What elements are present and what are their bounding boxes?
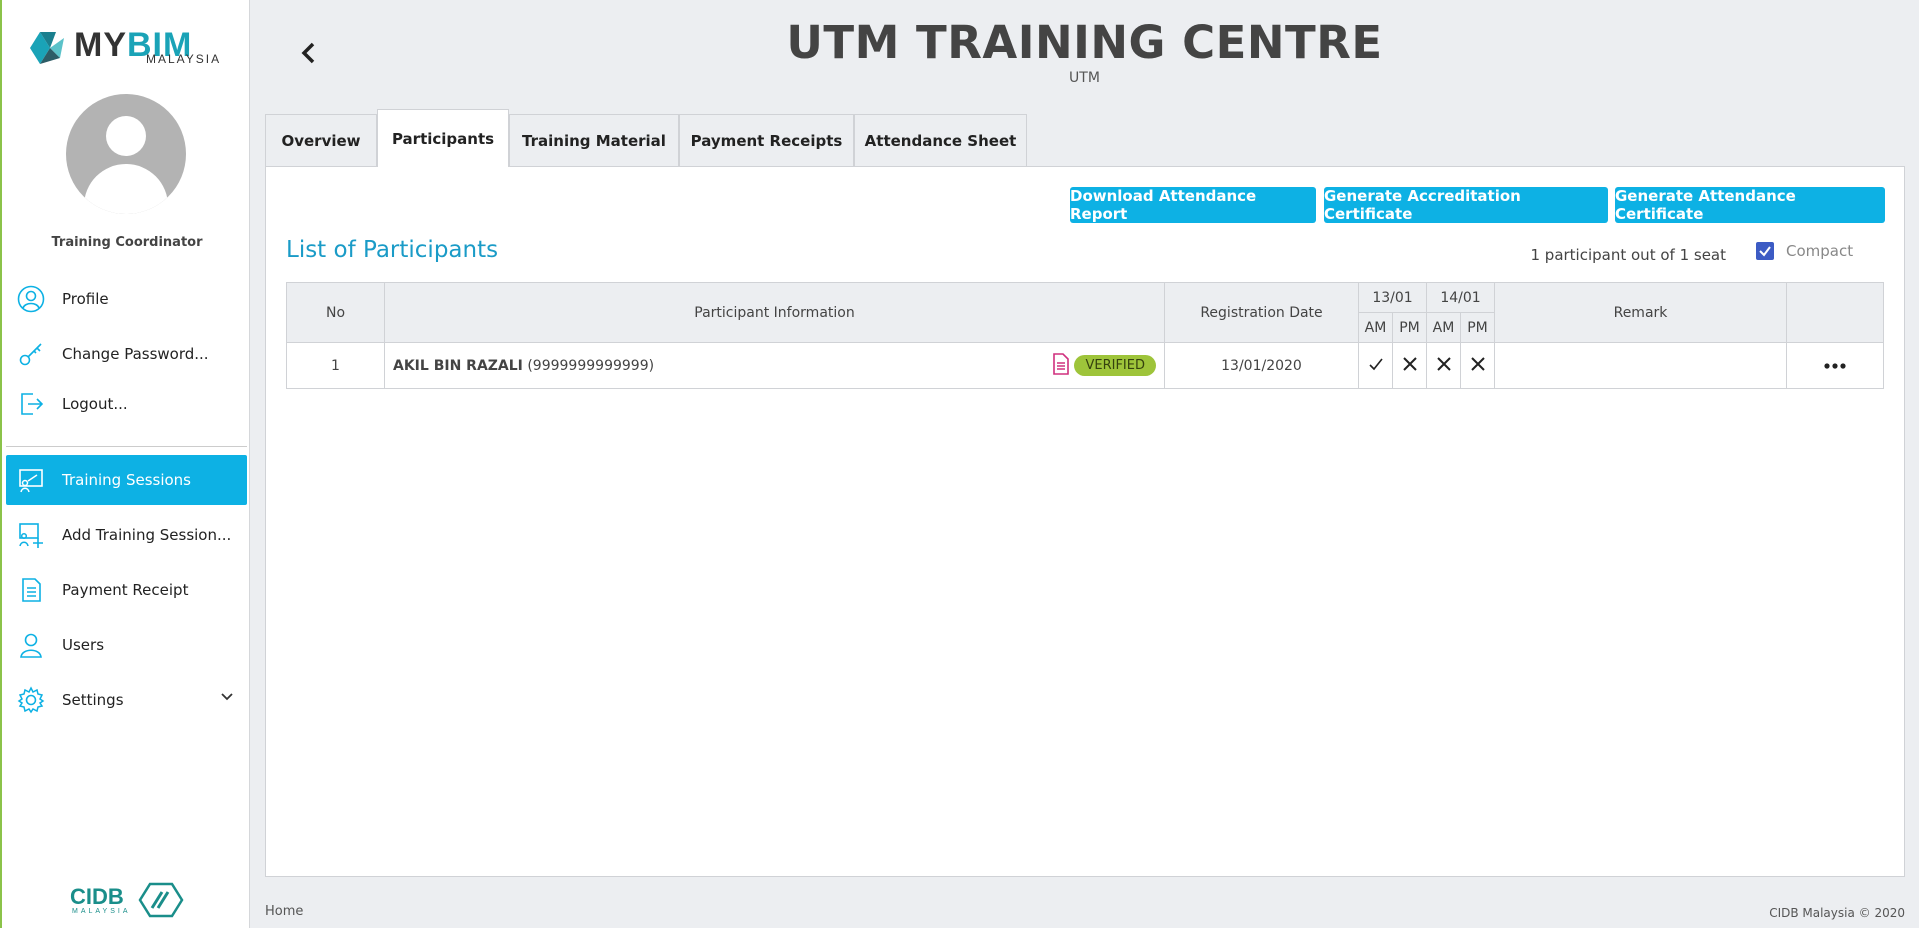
logo-subtext: MALAYSIA bbox=[146, 52, 222, 66]
sidebar-item-add-training-session[interactable]: Add Training Session... bbox=[6, 510, 247, 560]
status-badge: VERIFIED bbox=[1074, 355, 1156, 376]
attendance-day2-am[interactable] bbox=[1426, 342, 1461, 389]
col-header-day2-am: AM bbox=[1426, 312, 1461, 343]
tab-training-material[interactable]: Training Material bbox=[509, 114, 679, 166]
sidebar-item-label: Profile bbox=[62, 290, 109, 308]
sidebar-item-settings[interactable]: Settings bbox=[6, 675, 247, 725]
participant-ic: (9999999999999) bbox=[527, 357, 655, 374]
col-header-remark: Remark bbox=[1494, 282, 1787, 343]
user-icon bbox=[16, 630, 46, 660]
row-number: 1 bbox=[286, 342, 385, 389]
sidebar-item-label: Users bbox=[62, 636, 105, 654]
tab-overview[interactable]: Overview bbox=[265, 114, 377, 166]
sidebar-item-payment-receipt[interactable]: Payment Receipt bbox=[6, 565, 247, 615]
col-header-day1-pm: PM bbox=[1392, 312, 1427, 343]
sidebar-item-label: Settings bbox=[62, 691, 124, 709]
table-row: 1 AKIL BIN RAZALI (9999999999999) VERIFI… bbox=[286, 342, 1884, 389]
registration-date: 13/01/2020 bbox=[1164, 342, 1359, 389]
gear-icon bbox=[16, 685, 46, 715]
sidebar-item-change-password[interactable]: Change Password... bbox=[6, 329, 247, 379]
sidebar-item-label: Change Password... bbox=[62, 345, 209, 363]
tab-payment-receipts[interactable]: Payment Receipts bbox=[679, 114, 854, 166]
col-header-participant-info: Participant Information bbox=[384, 282, 1165, 343]
tab-attendance-sheet[interactable]: Attendance Sheet bbox=[854, 114, 1027, 166]
close-icon bbox=[1402, 356, 1417, 371]
col-header-day2-pm: PM bbox=[1460, 312, 1495, 343]
participants-panel bbox=[265, 166, 1905, 877]
avatar bbox=[66, 94, 186, 214]
chevron-down-icon[interactable] bbox=[219, 689, 235, 709]
sidebar-item-users[interactable]: Users bbox=[6, 620, 247, 670]
check-icon bbox=[1368, 358, 1383, 370]
sidebar-item-label: Logout... bbox=[62, 395, 128, 413]
mybim-logo-mark-icon bbox=[30, 32, 64, 64]
col-header-day-2: 14/01 bbox=[1426, 282, 1495, 313]
col-header-no: No bbox=[286, 282, 385, 343]
download-attendance-report-button[interactable]: Download Attendance Report bbox=[1070, 187, 1316, 223]
close-icon bbox=[1436, 356, 1451, 371]
logout-icon bbox=[16, 389, 46, 419]
participant-count: 1 participant out of 1 seat bbox=[1530, 246, 1726, 264]
row-actions[interactable] bbox=[1786, 342, 1884, 389]
compact-label: Compact bbox=[1786, 242, 1854, 260]
col-header-registration-date: Registration Date bbox=[1164, 282, 1359, 343]
col-header-day1-am: AM bbox=[1358, 312, 1393, 343]
tab-participants[interactable]: Participants bbox=[377, 109, 509, 167]
attendance-day1-pm[interactable] bbox=[1392, 342, 1427, 389]
generate-accreditation-certificate-button[interactable]: Generate Accreditation Certificate bbox=[1324, 187, 1608, 223]
col-header-day-1: 13/01 bbox=[1358, 282, 1427, 313]
participant-name: AKIL BIN RAZALI bbox=[393, 357, 523, 374]
cidb-logo: CIDB MALAYSIA bbox=[70, 882, 185, 920]
key-icon bbox=[16, 339, 46, 369]
participants-table: No Participant Information Registration … bbox=[286, 282, 1884, 389]
remark-cell[interactable] bbox=[1494, 342, 1787, 389]
col-header-actions bbox=[1786, 282, 1884, 343]
sidebar-divider bbox=[6, 446, 247, 447]
cidb-mark-icon bbox=[138, 882, 184, 918]
receipt-icon bbox=[16, 575, 46, 605]
compact-checkbox[interactable] bbox=[1756, 242, 1774, 260]
attendance-day1-am[interactable] bbox=[1358, 342, 1393, 389]
list-title: List of Participants bbox=[286, 237, 499, 263]
compact-toggle[interactable]: Compact bbox=[1756, 242, 1853, 260]
mybim-logo[interactable]: MYBIM MALAYSIA bbox=[26, 26, 231, 68]
sidebar-item-label: Training Sessions bbox=[62, 471, 192, 489]
generate-attendance-certificate-button[interactable]: Generate Attendance Certificate bbox=[1615, 187, 1885, 223]
sidebar-item-label: Add Training Session... bbox=[62, 526, 232, 544]
page-title: UTM TRAINING CENTRE bbox=[786, 16, 1383, 69]
breadcrumb[interactable]: Home bbox=[265, 904, 303, 919]
participant-info-cell: AKIL BIN RAZALI (9999999999999) VERIFIED bbox=[384, 342, 1165, 389]
more-options-icon[interactable] bbox=[1823, 362, 1847, 370]
attendance-day2-pm[interactable] bbox=[1460, 342, 1495, 389]
user-role: Training Coordinator bbox=[51, 235, 203, 250]
sidebar-item-training-sessions[interactable]: Training Sessions bbox=[6, 455, 247, 505]
close-icon bbox=[1470, 356, 1485, 371]
add-training-icon bbox=[16, 520, 46, 550]
page-subtitle: UTM bbox=[1069, 70, 1100, 86]
document-icon[interactable] bbox=[1052, 352, 1070, 379]
sidebar-item-logout[interactable]: Logout... bbox=[6, 379, 247, 429]
check-icon bbox=[1759, 246, 1771, 257]
user-circle-icon bbox=[16, 284, 46, 314]
sidebar-item-profile[interactable]: Profile bbox=[6, 274, 247, 324]
training-board-icon bbox=[16, 465, 46, 495]
sidebar: MYBIM MALAYSIA Training Coordinator Prof… bbox=[0, 0, 250, 928]
sidebar-item-label: Payment Receipt bbox=[62, 581, 189, 599]
copyright: CIDB Malaysia © 2020 bbox=[1769, 906, 1905, 920]
